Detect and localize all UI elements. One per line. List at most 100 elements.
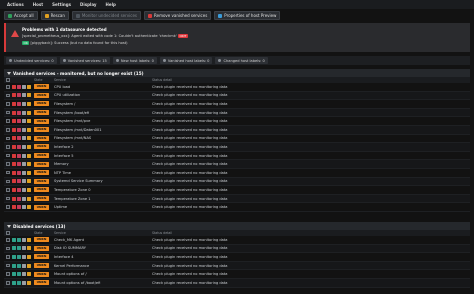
remove-vanished-button[interactable]: Remove vanished services <box>144 11 212 20</box>
column-service[interactable]: Service <box>52 231 152 235</box>
remove-service-icon[interactable] <box>12 196 16 201</box>
parameters-icon[interactable] <box>22 101 26 106</box>
remove-service-icon[interactable] <box>12 144 16 149</box>
remove-service-icon[interactable] <box>12 93 16 98</box>
enable-service-icon[interactable] <box>17 272 21 277</box>
filter-changed-host-labels[interactable]: Changed host labels: 0 <box>215 57 268 64</box>
parameters-icon[interactable] <box>22 263 26 268</box>
host-properties-button[interactable]: Properties of host Preview <box>214 11 281 20</box>
disable-service-icon[interactable] <box>17 162 21 167</box>
disable-service-icon[interactable] <box>17 196 21 201</box>
row-checkbox[interactable] <box>4 188 12 192</box>
graph-icon[interactable] <box>27 263 31 268</box>
rescan-button[interactable]: Rescan <box>40 11 69 20</box>
graph-icon[interactable] <box>27 127 31 132</box>
disable-service-icon[interactable] <box>17 93 21 98</box>
row-checkbox[interactable] <box>4 119 12 123</box>
enable-service-icon[interactable] <box>17 246 21 251</box>
parameters-icon[interactable] <box>22 84 26 89</box>
parameters-icon[interactable] <box>22 196 26 201</box>
parameters-icon[interactable] <box>22 144 26 149</box>
menu-help[interactable]: Help <box>106 2 116 7</box>
graph-icon[interactable] <box>27 280 31 285</box>
row-checkbox[interactable] <box>4 272 12 276</box>
menu-actions[interactable]: Actions <box>7 2 24 7</box>
column-state[interactable]: State <box>34 231 52 235</box>
remove-service-icon[interactable] <box>12 170 16 175</box>
row-checkbox[interactable] <box>4 196 12 201</box>
row-checkbox[interactable] <box>4 145 12 149</box>
column-status-detail[interactable]: Status detail <box>152 231 470 235</box>
parameters-icon[interactable] <box>22 205 26 210</box>
row-checkbox[interactable] <box>4 246 12 251</box>
vanished-section-header[interactable]: Vanished services - monitored, but no lo… <box>4 69 470 77</box>
filter-vanished-services[interactable]: Vanished services: 15 <box>59 57 110 64</box>
disable-service-icon[interactable] <box>17 119 21 124</box>
remove-service-icon[interactable] <box>12 179 16 184</box>
graph-icon[interactable] <box>27 110 31 115</box>
monitor-service-icon[interactable] <box>12 237 16 242</box>
disable-service-icon[interactable] <box>17 110 21 115</box>
parameters-icon[interactable] <box>22 93 26 98</box>
graph-icon[interactable] <box>27 237 31 242</box>
disable-service-icon[interactable] <box>17 144 21 149</box>
remove-service-icon[interactable] <box>12 127 16 132</box>
row-checkbox[interactable] <box>4 179 12 184</box>
disable-service-icon[interactable] <box>17 101 21 106</box>
graph-icon[interactable] <box>27 272 31 277</box>
row-checkbox[interactable] <box>4 93 12 98</box>
enable-service-icon[interactable] <box>17 237 21 242</box>
enable-service-icon[interactable] <box>17 254 21 259</box>
row-checkbox[interactable] <box>4 263 12 268</box>
parameters-icon[interactable] <box>22 280 26 285</box>
parameters-icon[interactable] <box>22 119 26 124</box>
row-checkbox[interactable] <box>4 281 12 285</box>
graph-icon[interactable] <box>27 84 31 89</box>
remove-service-icon[interactable] <box>12 110 16 115</box>
disable-service-icon[interactable] <box>17 205 21 210</box>
parameters-icon[interactable] <box>22 187 26 192</box>
monitor-service-icon[interactable] <box>12 263 16 268</box>
accept-all-button[interactable]: Accept all <box>4 11 38 20</box>
row-checkbox[interactable] <box>4 136 12 141</box>
disabled-section-header[interactable]: Disabled services (13) <box>4 222 470 230</box>
monitor-service-icon[interactable] <box>12 246 16 251</box>
parameters-icon[interactable] <box>22 153 26 158</box>
parameters-icon[interactable] <box>22 272 26 277</box>
column-state[interactable]: State <box>34 78 52 82</box>
parameters-icon[interactable] <box>22 162 26 167</box>
graph-icon[interactable] <box>27 196 31 201</box>
disable-service-icon[interactable] <box>17 170 21 175</box>
graph-icon[interactable] <box>27 179 31 184</box>
graph-icon[interactable] <box>27 205 31 210</box>
filter-new-host-labels[interactable]: New host labels: 0 <box>112 57 157 64</box>
parameters-icon[interactable] <box>22 136 26 141</box>
remove-service-icon[interactable] <box>12 84 16 89</box>
remove-service-icon[interactable] <box>12 136 16 141</box>
row-checkbox[interactable] <box>4 238 12 242</box>
row-checkbox[interactable] <box>4 255 12 259</box>
menu-settings[interactable]: Settings <box>52 2 71 7</box>
remove-service-icon[interactable] <box>12 162 16 167</box>
graph-icon[interactable] <box>27 101 31 106</box>
graph-icon[interactable] <box>27 144 31 149</box>
enable-service-icon[interactable] <box>17 263 21 268</box>
monitor-service-icon[interactable] <box>12 254 16 259</box>
row-checkbox[interactable] <box>4 128 12 132</box>
graph-icon[interactable] <box>27 119 31 124</box>
graph-icon[interactable] <box>27 153 31 158</box>
parameters-icon[interactable] <box>22 179 26 184</box>
disable-service-icon[interactable] <box>17 127 21 132</box>
graph-icon[interactable] <box>27 93 31 98</box>
graph-icon[interactable] <box>27 162 31 167</box>
disable-service-icon[interactable] <box>17 187 21 192</box>
graph-icon[interactable] <box>27 170 31 175</box>
row-checkbox[interactable] <box>4 85 12 89</box>
disable-service-icon[interactable] <box>17 84 21 89</box>
parameters-icon[interactable] <box>22 170 26 175</box>
monitor-undecided-button[interactable]: Monitor undecided services <box>71 11 142 20</box>
parameters-icon[interactable] <box>22 110 26 115</box>
enable-service-icon[interactable] <box>17 280 21 285</box>
remove-service-icon[interactable] <box>12 205 16 210</box>
disable-service-icon[interactable] <box>17 179 21 184</box>
